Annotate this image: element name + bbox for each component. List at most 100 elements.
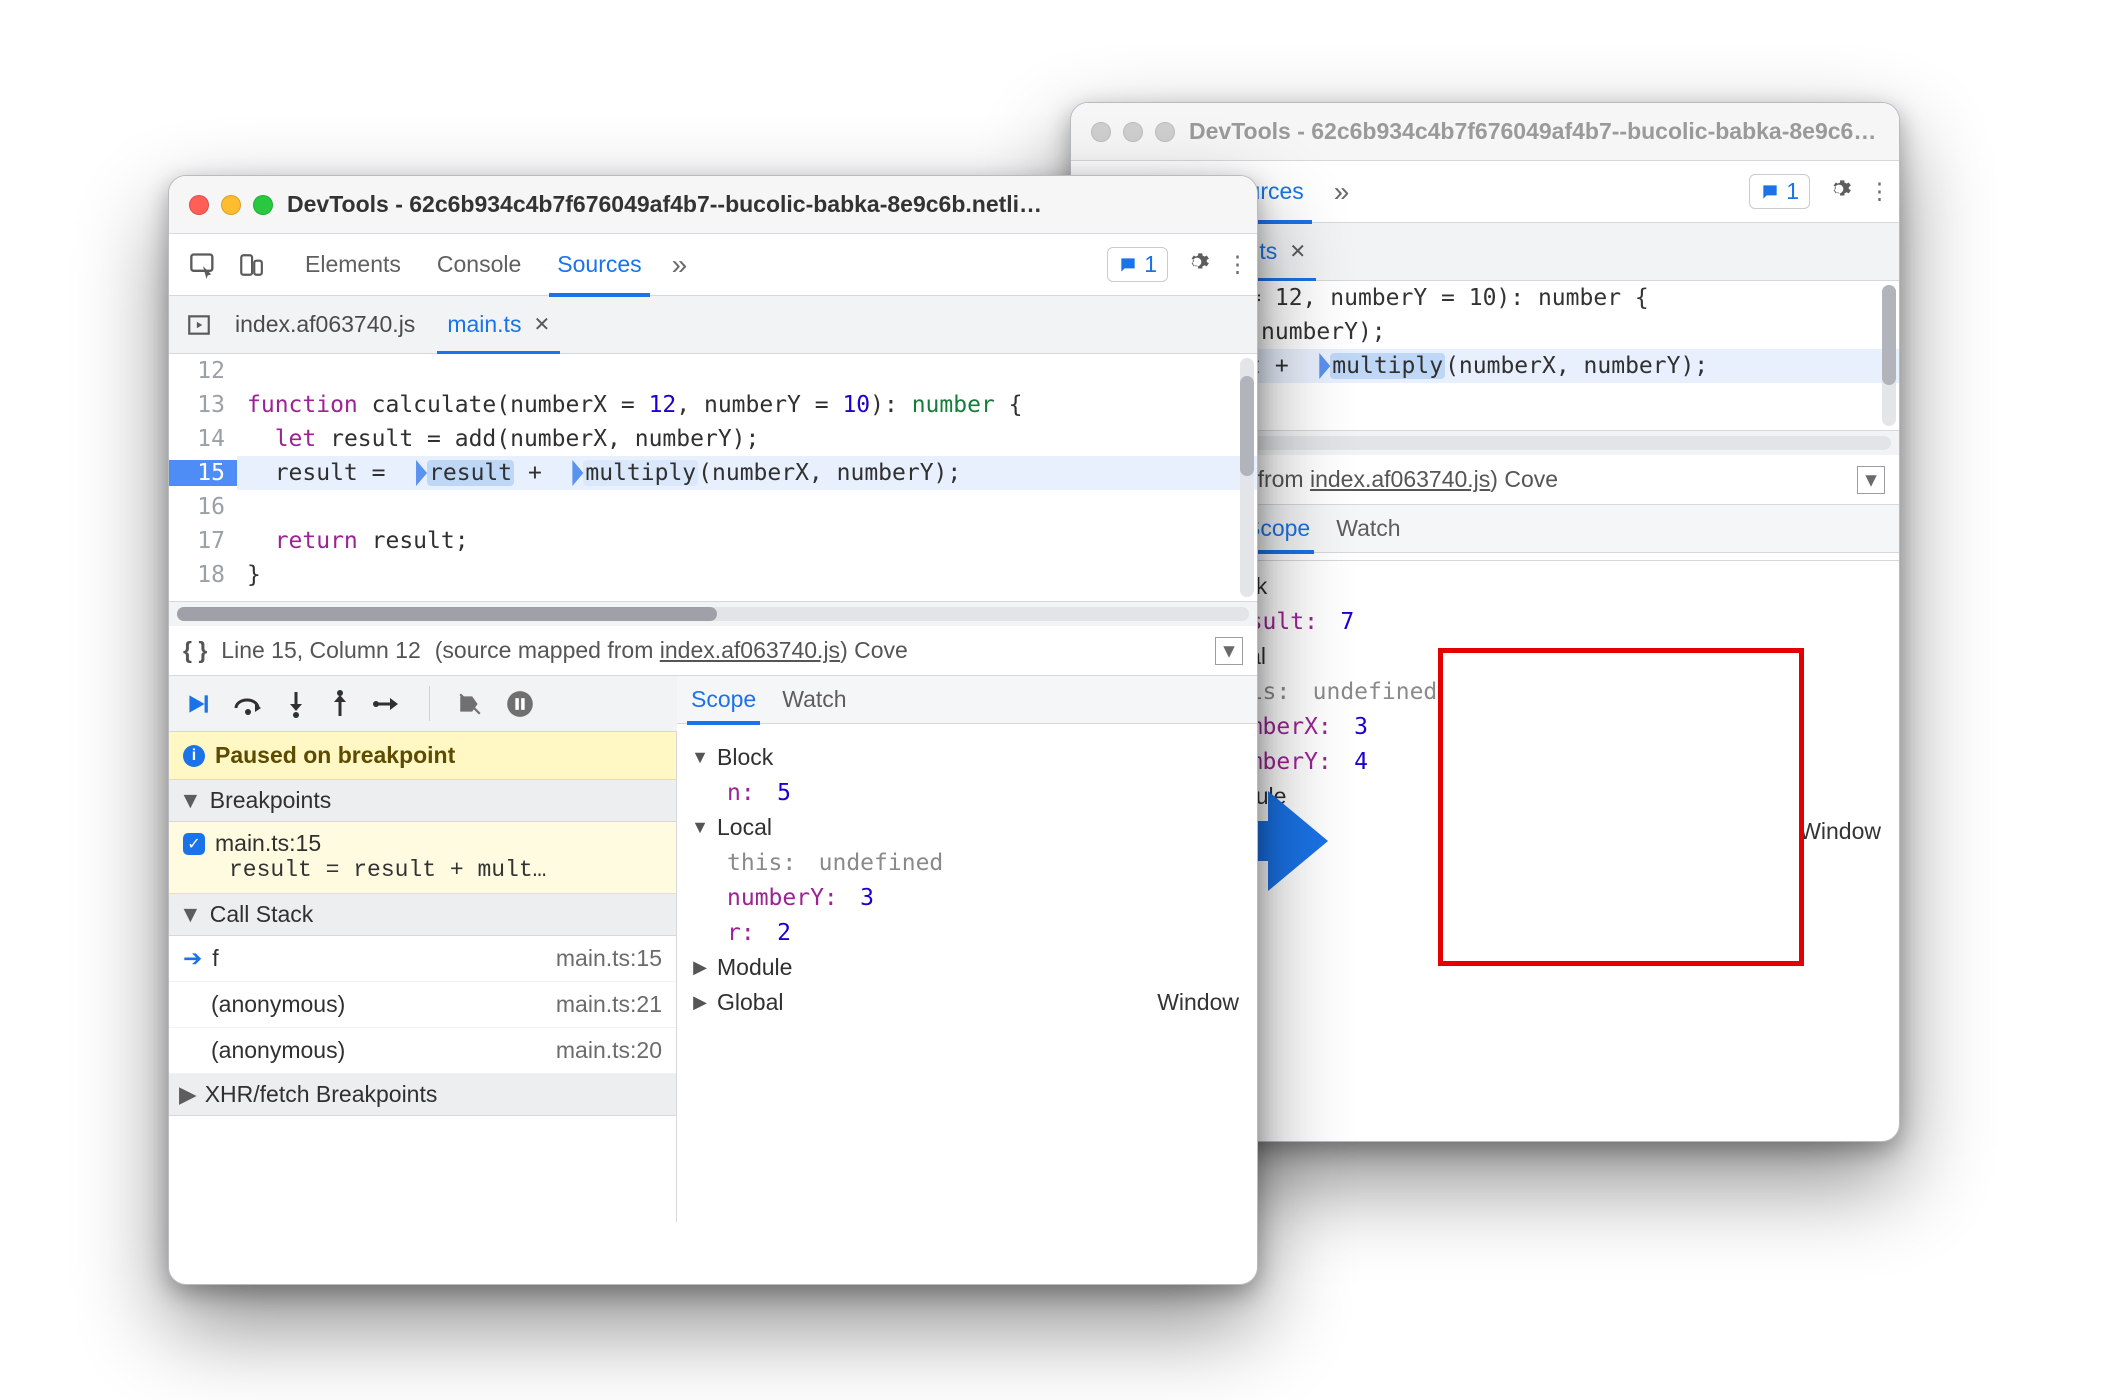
tab-console[interactable]: Console xyxy=(419,234,539,296)
gutter-line[interactable]: 14 xyxy=(169,426,237,452)
call-stack-loc: main.ts:21 xyxy=(556,991,662,1018)
minimize-icon[interactable] xyxy=(1123,122,1143,142)
issues-badge[interactable]: 1 xyxy=(1107,247,1168,282)
message-icon xyxy=(1760,182,1780,202)
message-icon xyxy=(1118,255,1138,275)
window-title: DevTools - 62c6b934c4b7f676049af4b7--buc… xyxy=(1189,118,1879,145)
file-tab-index[interactable]: index.af063740.js xyxy=(219,296,431,354)
minimize-icon[interactable] xyxy=(221,195,241,215)
kebab-icon[interactable]: ⋮ xyxy=(1226,251,1247,278)
step-target-chip: multiply xyxy=(583,460,698,486)
h-scrollbar[interactable] xyxy=(169,602,1257,626)
close-icon[interactable]: ✕ xyxy=(1289,239,1306,264)
gear-icon[interactable] xyxy=(1184,249,1210,281)
section-xhr[interactable]: ▶XHR/fetch Breakpoints xyxy=(169,1074,676,1116)
step-target-chip: multiply xyxy=(1330,353,1445,379)
scope-local[interactable]: Local xyxy=(717,814,772,841)
file-tab-label: index.af063740.js xyxy=(235,311,415,338)
file-tabs: index.af063740.js main.ts ✕ xyxy=(169,296,1257,354)
paused-banner: i Paused on breakpoint xyxy=(169,732,676,780)
scope-var-numberY: numberY: xyxy=(727,885,838,911)
step-over-icon[interactable] xyxy=(233,691,263,717)
titlebar[interactable]: DevTools - 62c6b934c4b7f676049af4b7--buc… xyxy=(169,176,1257,234)
gutter-line[interactable]: 12 xyxy=(169,358,237,384)
gutter-line[interactable]: 16 xyxy=(169,494,237,520)
tab-watch[interactable]: Watch xyxy=(1336,505,1400,553)
issues-badge[interactable]: 1 xyxy=(1749,174,1810,209)
close-icon[interactable] xyxy=(189,195,209,215)
code-text: (numberX, numberY); xyxy=(1445,353,1708,379)
window-title: DevTools - 62c6b934c4b7f676049af4b7--buc… xyxy=(287,191,1237,218)
issues-count: 1 xyxy=(1144,251,1157,278)
current-frame-icon: ➔ xyxy=(183,945,202,972)
deactivate-breakpoints-icon[interactable] xyxy=(456,691,484,717)
source-map-note: (source mapped from index.af063740.js) C… xyxy=(435,637,908,664)
more-tabs-icon[interactable]: » xyxy=(1322,176,1362,208)
file-tab-main[interactable]: main.ts ✕ xyxy=(431,296,566,354)
call-stack-loc: main.ts:20 xyxy=(556,1037,662,1064)
close-icon[interactable]: ✕ xyxy=(533,312,550,337)
devtools-tabs: Elements Console Sources » 1 ⋮ xyxy=(169,234,1257,296)
scope-global[interactable]: Global xyxy=(717,989,783,1016)
scope-var-this: this: xyxy=(727,850,796,876)
tab-scope[interactable]: Scope xyxy=(691,676,756,724)
coverage-icon[interactable]: ▾ xyxy=(1857,466,1885,494)
file-tab-label: main.ts xyxy=(447,311,521,338)
gutter-line[interactable]: 18 xyxy=(169,562,237,588)
current-line: 15 result = result + multiply(numberX, n… xyxy=(169,456,1257,490)
section-call-stack[interactable]: ▼Call Stack xyxy=(169,894,676,936)
traffic-lights xyxy=(189,195,273,215)
section-breakpoints[interactable]: ▼Breakpoints xyxy=(169,780,676,822)
step-out-icon[interactable] xyxy=(329,690,351,718)
scope-var-r: r: xyxy=(727,920,755,946)
scrollbar[interactable] xyxy=(1240,358,1254,597)
navigator-icon[interactable] xyxy=(179,305,219,345)
titlebar[interactable]: DevTools - 62c6b934c4b7f676049af4b7--buc… xyxy=(1071,103,1899,161)
kebab-icon[interactable]: ⋮ xyxy=(1868,178,1889,205)
gutter-line[interactable]: 17 xyxy=(169,528,237,554)
scope-body: ▼Block n: 5 ▼Local this: undefined numbe… xyxy=(677,732,1257,1028)
tab-elements[interactable]: Elements xyxy=(287,234,419,296)
coverage-icon[interactable]: ▾ xyxy=(1215,637,1243,665)
step-icon[interactable] xyxy=(373,692,403,716)
source-map-link[interactable]: index.af063740.js xyxy=(1310,466,1490,492)
pretty-print-icon[interactable]: { } xyxy=(183,637,207,664)
zoom-icon[interactable] xyxy=(1155,122,1175,142)
more-tabs-icon[interactable]: » xyxy=(660,249,700,281)
breakpoint-label: main.ts:15 xyxy=(215,830,321,857)
call-stack-frame[interactable]: (anonymous) main.ts:20 xyxy=(169,1028,676,1074)
resume-icon[interactable] xyxy=(183,691,211,717)
call-stack-frame[interactable]: (anonymous) main.ts:21 xyxy=(169,982,676,1028)
scrollbar[interactable] xyxy=(1882,285,1896,426)
device-icon[interactable] xyxy=(231,245,271,285)
source-map-link[interactable]: index.af063740.js xyxy=(660,637,840,663)
step-target-chip: result xyxy=(427,460,514,486)
scope-module[interactable]: Module xyxy=(717,954,792,981)
scope-pane: ▼Block n: 5 ▼Local this: undefined numbe… xyxy=(677,732,1257,1222)
tab-sources[interactable]: Sources xyxy=(539,234,659,296)
traffic-lights xyxy=(1091,122,1175,142)
close-icon[interactable] xyxy=(1091,122,1111,142)
call-stack-frame[interactable]: ➔f main.ts:15 xyxy=(169,936,676,982)
scope-block[interactable]: Block xyxy=(717,744,773,771)
gutter-line[interactable]: 15 xyxy=(169,460,237,486)
issues-count: 1 xyxy=(1786,178,1799,205)
gear-icon[interactable] xyxy=(1826,176,1852,208)
debug-panels: i Paused on breakpoint ▼Breakpoints ✓ mai… xyxy=(169,732,1257,1222)
step-into-icon[interactable] xyxy=(285,690,307,718)
tab-watch[interactable]: Watch xyxy=(782,676,846,724)
breakpoint-item[interactable]: ✓ main.ts:15 result = result + mult… xyxy=(169,822,676,894)
inspect-icon[interactable] xyxy=(183,245,223,285)
scope-var-n: n: xyxy=(727,780,755,806)
devtools-window-before: DevTools - 62c6b934c4b7f676049af4b7--buc… xyxy=(168,175,1258,1285)
info-icon: i xyxy=(183,745,205,767)
zoom-icon[interactable] xyxy=(253,195,273,215)
code-editor[interactable]: 12 13function calculate(numberX = 12, nu… xyxy=(169,354,1257,602)
call-stack-loc: main.ts:15 xyxy=(556,945,662,972)
checkbox-icon[interactable]: ✓ xyxy=(183,833,205,855)
gutter-line[interactable]: 13 xyxy=(169,392,237,418)
cursor-position: Line 15, Column 12 xyxy=(221,637,420,664)
breakpoint-code: result = result + mult… xyxy=(229,857,662,883)
left-pane: i Paused on breakpoint ▼Breakpoints ✓ mai… xyxy=(169,732,677,1222)
pause-icon[interactable] xyxy=(506,690,534,718)
